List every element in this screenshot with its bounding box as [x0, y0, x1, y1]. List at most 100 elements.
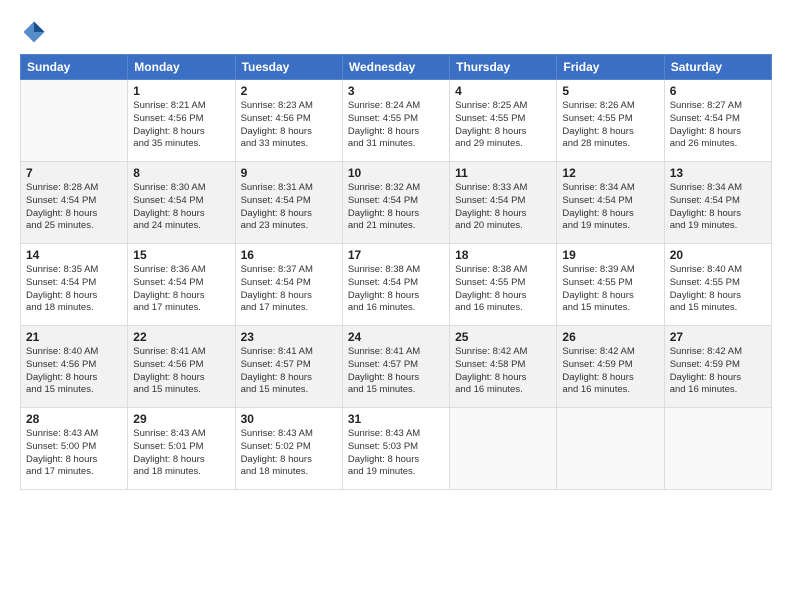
header [20, 18, 772, 46]
day-number: 4 [455, 84, 551, 98]
day-info: Sunrise: 8:25 AM Sunset: 4:55 PM Dayligh… [455, 100, 551, 151]
day-info: Sunrise: 8:41 AM Sunset: 4:56 PM Dayligh… [133, 346, 229, 397]
day-info: Sunrise: 8:39 AM Sunset: 4:55 PM Dayligh… [562, 264, 658, 315]
day-number: 29 [133, 412, 229, 426]
weekday-header-monday: Monday [128, 55, 235, 80]
weekday-header-thursday: Thursday [450, 55, 557, 80]
day-cell: 3 Sunrise: 8:24 AM Sunset: 4:55 PM Daylig… [342, 80, 449, 162]
day-cell: 24 Sunrise: 8:41 AM Sunset: 4:57 PM Dayli… [342, 326, 449, 408]
day-cell: 18 Sunrise: 8:38 AM Sunset: 4:55 PM Dayli… [450, 244, 557, 326]
day-number: 6 [670, 84, 766, 98]
weekday-header-sunday: Sunday [21, 55, 128, 80]
page: SundayMondayTuesdayWednesdayThursdayFrid… [0, 0, 792, 612]
day-cell: 26 Sunrise: 8:42 AM Sunset: 4:59 PM Dayli… [557, 326, 664, 408]
day-info: Sunrise: 8:21 AM Sunset: 4:56 PM Dayligh… [133, 100, 229, 151]
day-number: 21 [26, 330, 122, 344]
day-cell: 25 Sunrise: 8:42 AM Sunset: 4:58 PM Dayli… [450, 326, 557, 408]
week-row-2: 7Sunrise: 8:28 AM Sunset: 4:54 PM Daylig… [21, 162, 772, 244]
day-info: Sunrise: 8:43 AM Sunset: 5:02 PM Dayligh… [241, 428, 337, 479]
day-cell: 23 Sunrise: 8:41 AM Sunset: 4:57 PM Dayli… [235, 326, 342, 408]
day-number: 18 [455, 248, 551, 262]
day-number: 31 [348, 412, 444, 426]
week-row-1: 1 Sunrise: 8:21 AM Sunset: 4:56 PM Daylig… [21, 80, 772, 162]
day-info: Sunrise: 8:35 AM Sunset: 4:54 PM Dayligh… [26, 264, 122, 315]
day-cell: 2Sunrise: 8:23 AM Sunset: 4:56 PM Daylig… [235, 80, 342, 162]
week-row-4: 21 Sunrise: 8:40 AM Sunset: 4:56 PM Dayli… [21, 326, 772, 408]
day-info: Sunrise: 8:30 AM Sunset: 4:54 PM Dayligh… [133, 182, 229, 233]
day-info: Sunrise: 8:43 AM Sunset: 5:03 PM Dayligh… [348, 428, 444, 479]
day-cell [21, 80, 128, 162]
day-number: 15 [133, 248, 229, 262]
day-info: Sunrise: 8:24 AM Sunset: 4:55 PM Dayligh… [348, 100, 444, 151]
day-info: Sunrise: 8:27 AM Sunset: 4:54 PM Dayligh… [670, 100, 766, 151]
day-cell: 30Sunrise: 8:43 AM Sunset: 5:02 PM Dayli… [235, 408, 342, 490]
day-number: 11 [455, 166, 551, 180]
day-info: Sunrise: 8:31 AM Sunset: 4:54 PM Dayligh… [241, 182, 337, 233]
day-info: Sunrise: 8:26 AM Sunset: 4:55 PM Dayligh… [562, 100, 658, 151]
day-cell: 17Sunrise: 8:38 AM Sunset: 4:54 PM Dayli… [342, 244, 449, 326]
calendar: SundayMondayTuesdayWednesdayThursdayFrid… [20, 54, 772, 490]
day-number: 19 [562, 248, 658, 262]
day-info: Sunrise: 8:34 AM Sunset: 4:54 PM Dayligh… [562, 182, 658, 233]
day-number: 7 [26, 166, 122, 180]
day-cell: 12 Sunrise: 8:34 AM Sunset: 4:54 PM Dayli… [557, 162, 664, 244]
day-cell: 31 Sunrise: 8:43 AM Sunset: 5:03 PM Dayli… [342, 408, 449, 490]
day-number: 13 [670, 166, 766, 180]
day-info: Sunrise: 8:33 AM Sunset: 4:54 PM Dayligh… [455, 182, 551, 233]
logo-icon [20, 18, 48, 46]
day-cell: 14 Sunrise: 8:35 AM Sunset: 4:54 PM Dayli… [21, 244, 128, 326]
day-number: 9 [241, 166, 337, 180]
day-info: Sunrise: 8:42 AM Sunset: 4:58 PM Dayligh… [455, 346, 551, 397]
day-cell [450, 408, 557, 490]
week-row-3: 14 Sunrise: 8:35 AM Sunset: 4:54 PM Dayli… [21, 244, 772, 326]
day-cell: 9 Sunrise: 8:31 AM Sunset: 4:54 PM Daylig… [235, 162, 342, 244]
day-info: Sunrise: 8:36 AM Sunset: 4:54 PM Dayligh… [133, 264, 229, 315]
day-cell: 29 Sunrise: 8:43 AM Sunset: 5:01 PM Dayli… [128, 408, 235, 490]
day-number: 23 [241, 330, 337, 344]
day-cell: 19 Sunrise: 8:39 AM Sunset: 4:55 PM Dayli… [557, 244, 664, 326]
day-info: Sunrise: 8:40 AM Sunset: 4:56 PM Dayligh… [26, 346, 122, 397]
weekday-header-tuesday: Tuesday [235, 55, 342, 80]
day-cell: 28Sunrise: 8:43 AM Sunset: 5:00 PM Dayli… [21, 408, 128, 490]
day-info: Sunrise: 8:42 AM Sunset: 4:59 PM Dayligh… [562, 346, 658, 397]
day-number: 1 [133, 84, 229, 98]
day-cell: 27Sunrise: 8:42 AM Sunset: 4:59 PM Dayli… [664, 326, 771, 408]
day-cell: 15 Sunrise: 8:36 AM Sunset: 4:54 PM Dayli… [128, 244, 235, 326]
day-number: 26 [562, 330, 658, 344]
day-number: 22 [133, 330, 229, 344]
day-info: Sunrise: 8:38 AM Sunset: 4:55 PM Dayligh… [455, 264, 551, 315]
day-cell: 13Sunrise: 8:34 AM Sunset: 4:54 PM Dayli… [664, 162, 771, 244]
day-number: 3 [348, 84, 444, 98]
day-info: Sunrise: 8:37 AM Sunset: 4:54 PM Dayligh… [241, 264, 337, 315]
day-info: Sunrise: 8:40 AM Sunset: 4:55 PM Dayligh… [670, 264, 766, 315]
day-number: 5 [562, 84, 658, 98]
day-cell: 22 Sunrise: 8:41 AM Sunset: 4:56 PM Dayli… [128, 326, 235, 408]
day-info: Sunrise: 8:42 AM Sunset: 4:59 PM Dayligh… [670, 346, 766, 397]
day-cell: 5 Sunrise: 8:26 AM Sunset: 4:55 PM Daylig… [557, 80, 664, 162]
weekday-header-friday: Friday [557, 55, 664, 80]
day-cell: 16 Sunrise: 8:37 AM Sunset: 4:54 PM Dayli… [235, 244, 342, 326]
day-number: 25 [455, 330, 551, 344]
day-number: 20 [670, 248, 766, 262]
weekday-header-row: SundayMondayTuesdayWednesdayThursdayFrid… [21, 55, 772, 80]
day-info: Sunrise: 8:41 AM Sunset: 4:57 PM Dayligh… [348, 346, 444, 397]
day-cell: 1 Sunrise: 8:21 AM Sunset: 4:56 PM Daylig… [128, 80, 235, 162]
day-number: 14 [26, 248, 122, 262]
weekday-header-wednesday: Wednesday [342, 55, 449, 80]
day-number: 17 [348, 248, 444, 262]
day-number: 16 [241, 248, 337, 262]
day-info: Sunrise: 8:23 AM Sunset: 4:56 PM Dayligh… [241, 100, 337, 151]
day-number: 10 [348, 166, 444, 180]
day-number: 28 [26, 412, 122, 426]
day-number: 12 [562, 166, 658, 180]
day-info: Sunrise: 8:41 AM Sunset: 4:57 PM Dayligh… [241, 346, 337, 397]
day-cell: 4 Sunrise: 8:25 AM Sunset: 4:55 PM Daylig… [450, 80, 557, 162]
week-row-5: 28Sunrise: 8:43 AM Sunset: 5:00 PM Dayli… [21, 408, 772, 490]
day-info: Sunrise: 8:43 AM Sunset: 5:01 PM Dayligh… [133, 428, 229, 479]
day-cell: 8 Sunrise: 8:30 AM Sunset: 4:54 PM Daylig… [128, 162, 235, 244]
day-number: 24 [348, 330, 444, 344]
weekday-header-saturday: Saturday [664, 55, 771, 80]
day-info: Sunrise: 8:32 AM Sunset: 4:54 PM Dayligh… [348, 182, 444, 233]
day-cell: 11 Sunrise: 8:33 AM Sunset: 4:54 PM Dayli… [450, 162, 557, 244]
day-number: 8 [133, 166, 229, 180]
